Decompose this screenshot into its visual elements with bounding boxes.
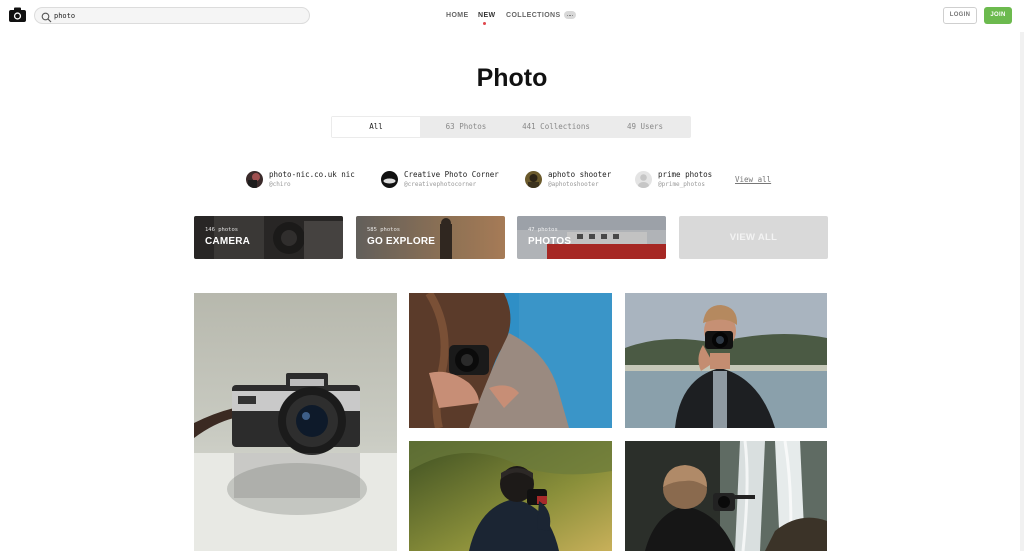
collection-count: 146 photos bbox=[205, 227, 239, 233]
camera-icon[interactable] bbox=[9, 7, 26, 22]
collection-card[interactable]: 585 photos GO EXPLORE bbox=[356, 216, 505, 259]
collection-count: 47 photos bbox=[528, 227, 558, 233]
collection-count: 585 photos bbox=[367, 227, 401, 233]
user-name: prime photos bbox=[658, 170, 713, 179]
collection-title: PHOTOS bbox=[528, 236, 572, 247]
tab-photos[interactable]: 63 Photos bbox=[431, 116, 501, 138]
user-handle: @creativephotocorner bbox=[404, 181, 477, 188]
user-handle: @aphotoshooter bbox=[548, 181, 599, 188]
page-scrollbar[interactable] bbox=[1020, 32, 1024, 551]
search-input[interactable] bbox=[54, 9, 304, 22]
avatar bbox=[246, 171, 263, 188]
photo-camera-on-table[interactable] bbox=[194, 293, 397, 551]
more-icon[interactable] bbox=[564, 11, 576, 19]
photo-woman-with-camera[interactable] bbox=[409, 293, 612, 428]
collection-card[interactable]: 146 photos CAMERA bbox=[194, 216, 343, 259]
nav-home[interactable]: HOME bbox=[446, 12, 469, 19]
search-bar[interactable] bbox=[34, 7, 310, 24]
user-handle: @chiro bbox=[269, 181, 291, 188]
nav-collections[interactable]: COLLECTIONS bbox=[506, 12, 561, 19]
active-nav-indicator bbox=[483, 22, 486, 25]
collection-title: CAMERA bbox=[205, 236, 251, 247]
user-name: Creative Photo Corner bbox=[404, 170, 499, 179]
photo-woman-at-waterfall[interactable] bbox=[625, 441, 827, 551]
top-bar: HOME NEW COLLECTIONS LOGIN JOIN bbox=[0, 0, 1024, 32]
avatar bbox=[525, 171, 542, 188]
page-title: Photo bbox=[476, 64, 548, 92]
tab-users[interactable]: 49 Users bbox=[611, 116, 679, 138]
nav-new[interactable]: NEW bbox=[478, 12, 496, 19]
user-name: aphoto shooter bbox=[548, 170, 612, 179]
avatar bbox=[381, 171, 398, 188]
join-button[interactable]: JOIN bbox=[984, 7, 1012, 24]
user-name: photo-nic.co.uk nic bbox=[269, 170, 355, 179]
view-all-collections-button[interactable]: VIEW ALL bbox=[679, 216, 828, 259]
tab-collections[interactable]: 441 Collections bbox=[511, 116, 601, 138]
user-handle: @prime_photos bbox=[658, 181, 705, 188]
avatar bbox=[635, 171, 652, 188]
collection-title: GO EXPLORE bbox=[367, 236, 436, 247]
view-all-users-link[interactable]: View all bbox=[735, 175, 771, 184]
collection-card[interactable]: 47 photos PHOTOS bbox=[517, 216, 666, 259]
photo-man-with-camera-beach[interactable] bbox=[625, 293, 827, 428]
tab-all[interactable]: All bbox=[332, 117, 420, 137]
login-button[interactable]: LOGIN bbox=[943, 7, 977, 24]
search-icon bbox=[41, 10, 52, 23]
result-tabs: All 63 Photos 441 Collections 49 Users bbox=[331, 116, 691, 138]
photo-man-back-with-camera[interactable] bbox=[409, 441, 612, 551]
